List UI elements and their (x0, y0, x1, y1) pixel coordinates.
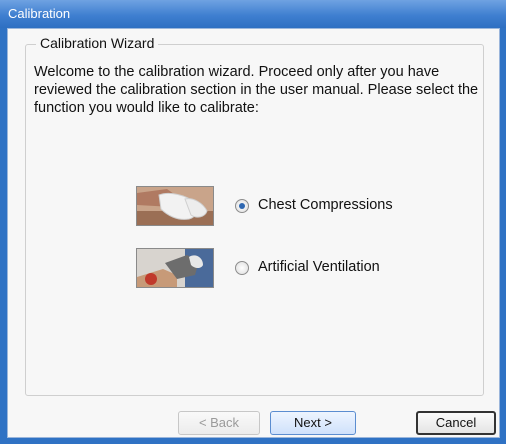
artificial-ventilation-radio[interactable] (235, 261, 249, 275)
chest-compressions-label[interactable]: Chest Compressions (258, 197, 393, 213)
artificial-ventilation-label[interactable]: Artificial Ventilation (258, 259, 380, 275)
calibration-window: Calibration Calibration Wizard Welcome t… (0, 0, 506, 444)
group-title: Calibration Wizard (36, 35, 159, 51)
intro-text: Welcome to the calibration wizard. Proce… (34, 64, 479, 116)
option-chest-compressions[interactable]: Chest Compressions (136, 186, 436, 226)
next-button[interactable]: Next > (270, 411, 356, 435)
option-artificial-ventilation[interactable]: Artificial Ventilation (136, 248, 436, 288)
chest-compressions-radio[interactable] (235, 199, 249, 213)
calibration-wizard-group: Calibration Wizard Welcome to the calibr… (25, 35, 484, 396)
dialog-body: Calibration Wizard Welcome to the calibr… (7, 28, 500, 438)
artificial-ventilation-image (136, 248, 214, 288)
back-button[interactable]: < Back (178, 411, 260, 435)
cancel-button[interactable]: Cancel (416, 411, 496, 435)
window-title: Calibration (8, 6, 71, 21)
title-bar[interactable]: Calibration (0, 0, 506, 28)
chest-compressions-image (136, 186, 214, 226)
